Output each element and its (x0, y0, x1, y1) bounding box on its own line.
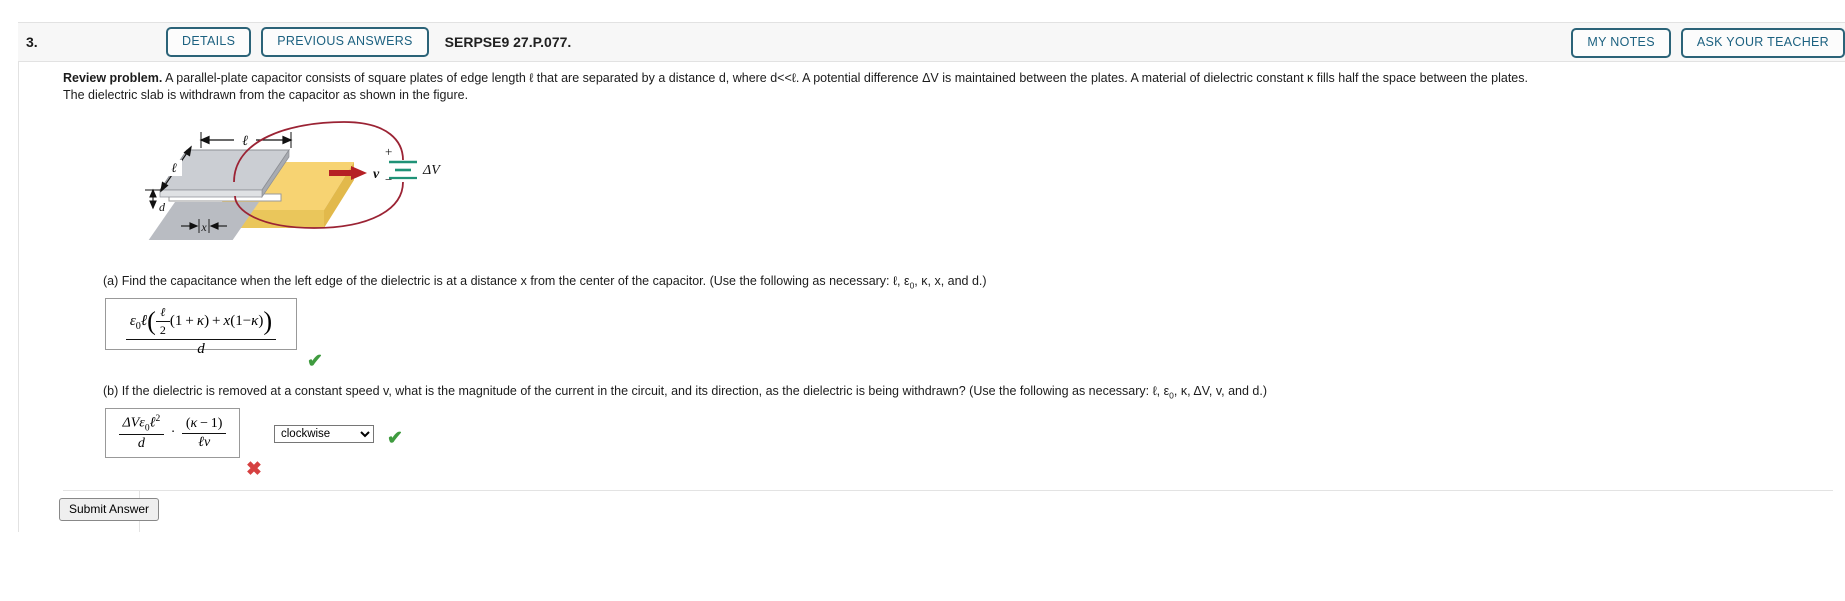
capacitor-figure-svg: ℓ ℓ d x v⃗ + − ΔV (145, 121, 441, 241)
part-a-text: (a) Find the capacitance when the left e… (103, 274, 910, 288)
part-b-question: (b) If the dielectric is removed at a co… (103, 384, 1267, 401)
part-a-question: (a) Find the capacitance when the left e… (103, 274, 987, 291)
problem-line-1: A parallel-plate capacitor consists of s… (162, 71, 1528, 85)
details-button[interactable]: DETAILS (166, 27, 252, 57)
figure-label-offset: x (200, 220, 207, 234)
figure-minus-sign: − (385, 172, 392, 187)
direction-select[interactable]: clockwise counterclockwise no current (274, 425, 374, 443)
figure-label-voltage: ΔV (422, 163, 441, 178)
footer-divider (63, 490, 1833, 491)
figure-label-gap: d (159, 200, 166, 214)
part-b-answer-box[interactable]: ΔVε0ℓ2 d · (κ − 1) ℓv ΔVε₀ℓ²/d · (κ−1)/(… (105, 408, 240, 458)
part-a-check-icon: ✔ (307, 351, 323, 372)
header-actions: MY NOTES ASK YOUR TEACHER (1571, 23, 1845, 63)
part-a-answer-box[interactable]: ε0ℓ(ℓ2(1 + κ) + x(1−κ)) d ε₀ℓ( ℓ/2 (1+κ)… (105, 298, 297, 357)
question-body: Review problem. A parallel-plate capacit… (18, 62, 1845, 532)
ask-your-teacher-button[interactable]: ASK YOUR TEACHER (1680, 28, 1845, 58)
part-b-cross-icon: ✖ (246, 459, 262, 480)
capacitor-figure: ℓ ℓ d x v⃗ + − ΔV (139, 110, 469, 241)
part-b-text: (b) If the dielectric is removed at a co… (103, 384, 1170, 398)
direction-check-icon: ✔ (387, 428, 403, 449)
question-page: 3. DETAILS PREVIOUS ANSWERS SERPSE9 27.P… (0, 0, 1845, 601)
problem-statement: Review problem. A parallel-plate capacit… (63, 70, 1833, 104)
problem-line-2: The dielectric slab is withdrawn from th… (63, 88, 469, 102)
assignment-code: SERPSE9 27.P.077. (444, 34, 572, 50)
my-notes-button[interactable]: MY NOTES (1571, 28, 1671, 58)
part-a-answer-math: ε0ℓ(ℓ 2 (1 + κ) + x(1−κ)) d (106, 299, 296, 358)
battery-symbol-shape (389, 160, 417, 180)
part-b-answer-math: ΔVε0ℓ2 d · (κ − 1) ℓv (106, 409, 239, 452)
question-number: 3. (26, 34, 38, 50)
part-a-tail: , κ, x, and d.) (914, 274, 987, 288)
figure-label-length-top: ℓ (242, 134, 248, 149)
part-b-tail: , κ, ΔV, v, and d.) (1173, 384, 1268, 398)
question-header: 3. DETAILS PREVIOUS ANSWERS SERPSE9 27.P… (18, 22, 1845, 62)
submit-answer-button[interactable]: Submit Answer (59, 498, 160, 521)
figure-plus-sign: + (385, 144, 392, 159)
figure-label-length-side: ℓ (171, 160, 177, 175)
previous-answers-button[interactable]: PREVIOUS ANSWERS (261, 27, 429, 57)
problem-lead: Review problem. (63, 71, 163, 85)
